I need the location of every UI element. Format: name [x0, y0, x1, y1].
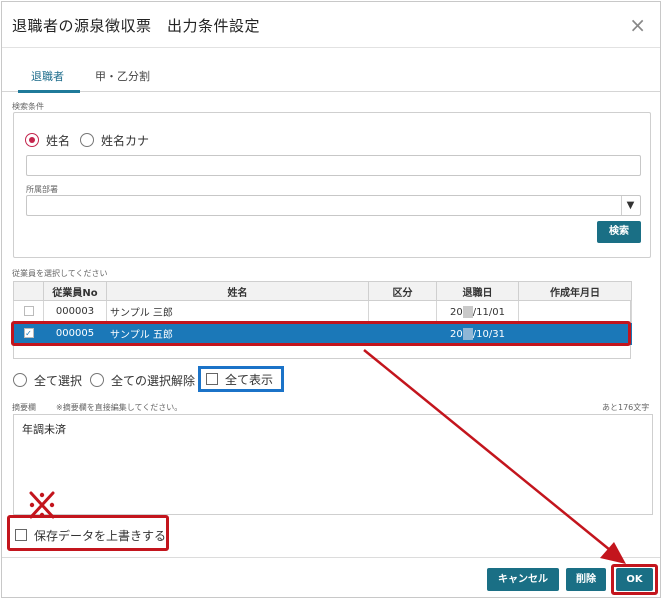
output-settings-dialog: 退職者の源泉徴収票 出力条件設定 × 退職者 甲・乙分割 検索条件 姓名 姓名カ…	[1, 1, 661, 598]
annotation-arrow-icon	[363, 349, 626, 564]
